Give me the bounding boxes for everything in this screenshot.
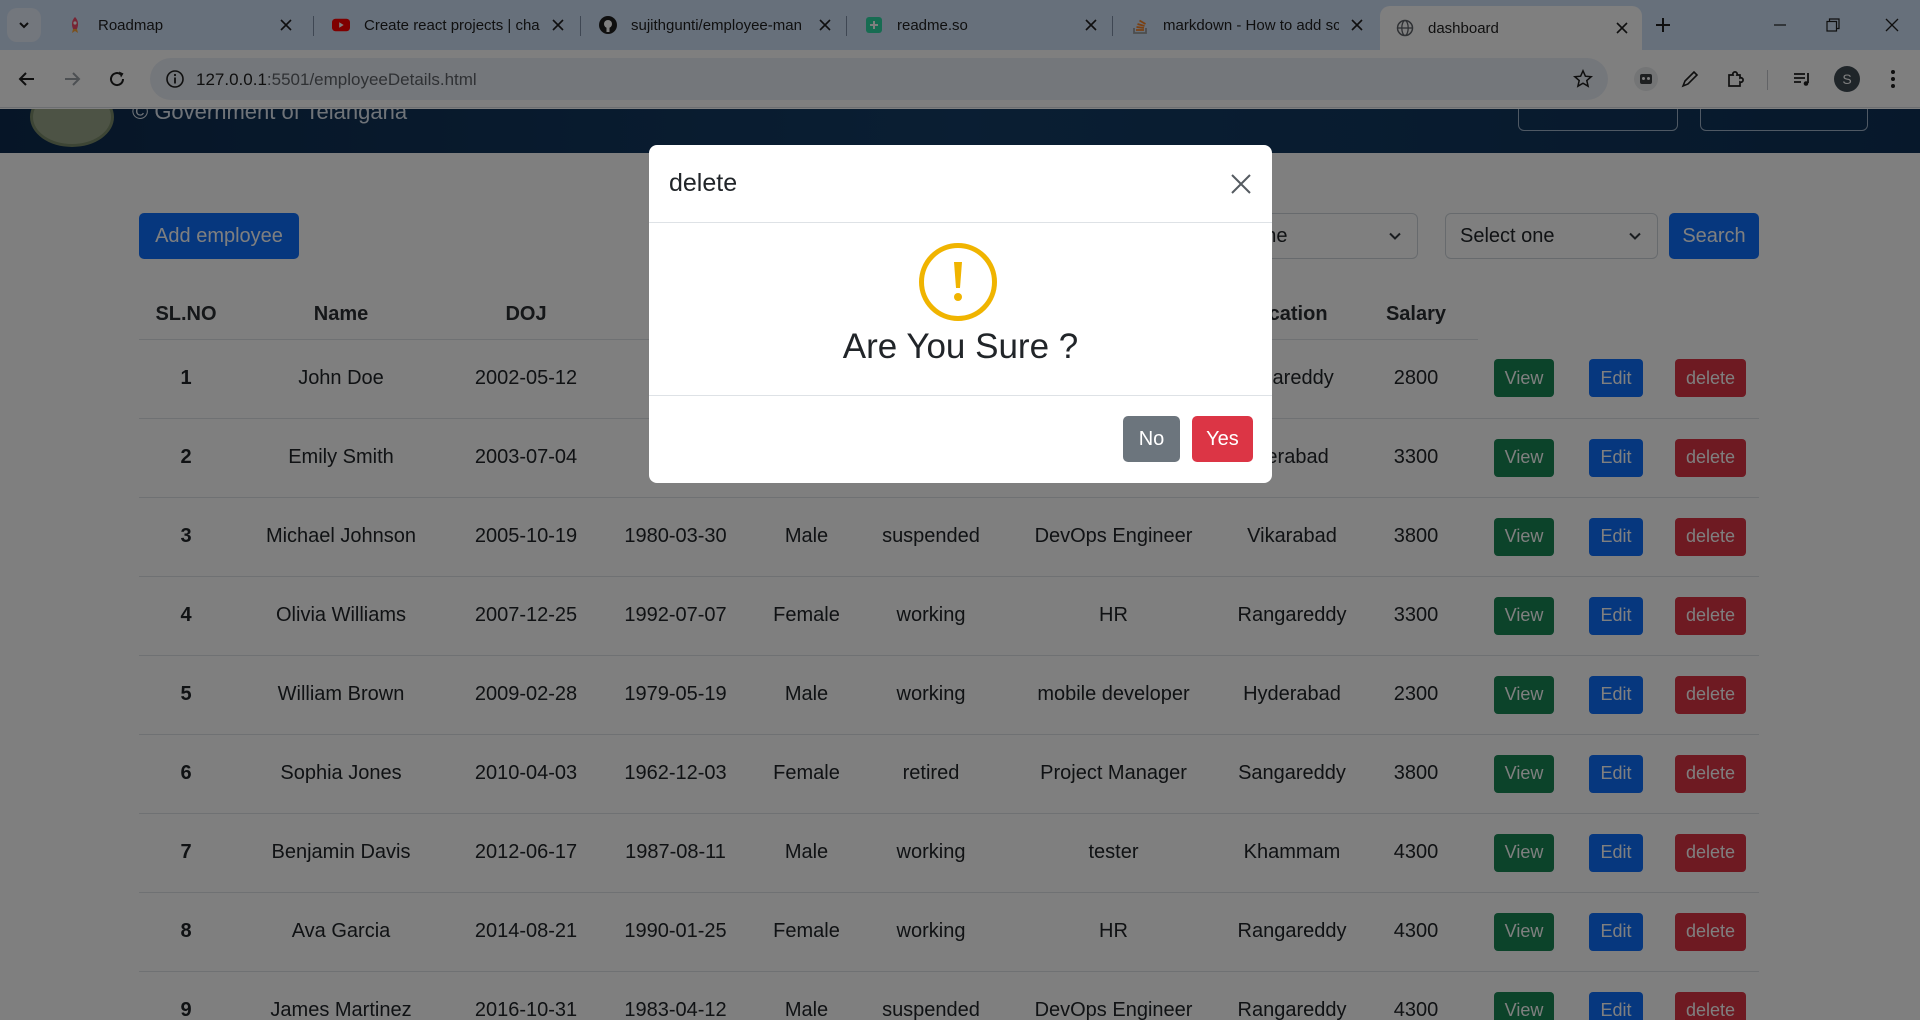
modal-close-button[interactable] xyxy=(1226,169,1256,199)
delete-confirm-modal: delete Are You Sure ? No Yes xyxy=(649,145,1272,483)
warning-exclamation-icon xyxy=(919,243,997,321)
modal-body: Are You Sure ? xyxy=(649,223,1272,396)
yes-button[interactable]: Yes xyxy=(1192,416,1253,462)
modal-header: delete xyxy=(649,145,1272,223)
no-button[interactable]: No xyxy=(1123,416,1180,462)
confirm-message: Are You Sure ? xyxy=(842,327,1079,366)
close-icon xyxy=(1231,174,1251,194)
modal-title: delete xyxy=(669,169,738,197)
modal-footer: No Yes xyxy=(649,396,1272,483)
